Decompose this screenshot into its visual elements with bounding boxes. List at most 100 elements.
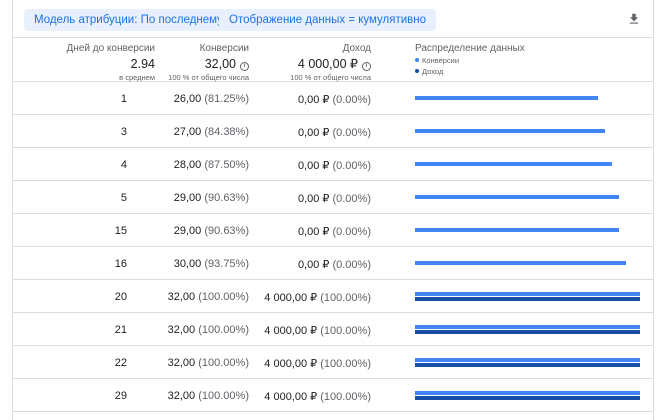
- days-avg-value: 2.94: [130, 57, 155, 71]
- legend-dot-revenue: [415, 69, 419, 73]
- info-icon[interactable]: i: [362, 62, 371, 71]
- conversions-cell: 28,00 (87.50%): [174, 159, 249, 171]
- days-label: Дней до конверсии: [66, 43, 155, 54]
- revenue-label: Доход: [342, 43, 371, 54]
- conversions-percent: (100.00%): [198, 390, 249, 402]
- revenue-total-sub: 100 % от общего числа: [290, 73, 371, 82]
- revenue-cell: 4 000,00 ₽ (100.00%): [264, 324, 371, 337]
- days-column-header[interactable]: Дней до конверсии 2.94 в среднем: [67, 43, 155, 82]
- table-row[interactable]: 15 29,00 (90.63%) 0,00 ₽ (0.00%): [13, 214, 653, 247]
- conversions-bar: [415, 292, 640, 296]
- table-header: Дней до конверсии 2.94 в среднем Конверс…: [13, 38, 653, 82]
- conversions-cell: 27,00 (84.38%): [174, 126, 249, 138]
- conversions-label: Конверсии: [199, 43, 249, 54]
- revenue-percent: (0.00%): [332, 226, 371, 238]
- conversions-value: 26,00: [173, 93, 202, 105]
- conversions-value: 32,00: [167, 291, 196, 303]
- download-icon[interactable]: [627, 12, 641, 26]
- revenue-percent: (0.00%): [332, 94, 371, 106]
- days-cell: 20: [114, 291, 127, 303]
- table-row[interactable]: 20 32,00 (100.00%) 4 000,00 ₽ (100.00%): [13, 280, 653, 313]
- conversions-value: 27,00: [173, 126, 202, 138]
- table-row[interactable]: 5 29,00 (90.63%) 0,00 ₽ (0.00%): [13, 181, 653, 214]
- revenue-cell: 4 000,00 ₽ (100.00%): [264, 291, 371, 304]
- revenue-percent: (0.00%): [332, 127, 371, 139]
- revenue-cell: 0,00 ₽ (0.00%): [298, 93, 371, 106]
- revenue-column-header[interactable]: Доход 4 000,00 ₽ i 100 % от общего числа: [290, 43, 371, 82]
- revenue-percent: (0.00%): [332, 193, 371, 205]
- revenue-bar: [415, 363, 640, 367]
- conversions-cell: 29,00 (90.63%): [174, 225, 249, 237]
- conversions-value: 32,00: [167, 324, 196, 336]
- data-display-chip[interactable]: Отображение данных = кумулятивно: [219, 9, 437, 31]
- distribution-bars: [415, 226, 640, 236]
- revenue-value: 0,00 ₽: [297, 127, 330, 139]
- table-row[interactable]: 3 27,00 (84.38%) 0,00 ₽ (0.00%): [13, 115, 653, 148]
- conversions-total-value: 32,00: [204, 57, 236, 71]
- days-cell: 5: [120, 192, 127, 204]
- days-avg-sub: в среднем: [119, 73, 155, 82]
- report-card: Модель атрибуции: По последнему клику От…: [12, 0, 654, 420]
- revenue-value: 4 000,00 ₽: [264, 358, 318, 370]
- conversions-value: 28,00: [173, 159, 202, 171]
- conversions-percent: (90.63%): [204, 192, 249, 204]
- revenue-percent: (100.00%): [320, 325, 371, 337]
- conversions-cell: 26,00 (81.25%): [174, 93, 249, 105]
- revenue-percent: (0.00%): [332, 259, 371, 271]
- legend-label-conversions: Конверсии: [422, 56, 460, 65]
- legend-item-revenue: Доход: [415, 66, 525, 77]
- revenue-cell: 0,00 ₽ (0.00%): [298, 192, 371, 205]
- conversions-percent: (100.00%): [198, 291, 249, 303]
- distribution-bars: [415, 358, 640, 368]
- distribution-bars: [415, 325, 640, 335]
- distribution-bars: [415, 94, 640, 104]
- conversions-cell: 32,00 (100.00%): [168, 357, 249, 369]
- days-cell: 16: [114, 258, 127, 270]
- conversions-cell: 29,00 (90.63%): [174, 192, 249, 204]
- revenue-cell: 0,00 ₽ (0.00%): [298, 159, 371, 172]
- days-cell: 1: [120, 93, 127, 105]
- revenue-percent: (100.00%): [320, 391, 371, 403]
- conversions-bar: [415, 391, 640, 395]
- conversions-value: 32,00: [167, 357, 196, 369]
- legend-label-revenue: Доход: [422, 67, 444, 76]
- conversions-bar: [415, 325, 640, 329]
- revenue-value: 4 000,00 ₽: [264, 325, 318, 337]
- distribution-bars: [415, 127, 640, 137]
- conversions-percent: (100.00%): [198, 324, 249, 336]
- conversions-column-header[interactable]: Конверсии 32,00 i 100 % от общего числа: [168, 43, 249, 82]
- days-cell: 29: [114, 390, 127, 402]
- conversions-total-sub: 100 % от общего числа: [168, 73, 249, 82]
- legend-dot-conversions: [415, 58, 419, 62]
- revenue-value: 4 000,00 ₽: [264, 391, 318, 403]
- revenue-value: 0,00 ₽: [297, 193, 330, 205]
- revenue-percent: (0.00%): [332, 160, 371, 172]
- days-cell: 4: [120, 159, 127, 171]
- table-row[interactable]: 1 26,00 (81.25%) 0,00 ₽ (0.00%): [13, 82, 653, 115]
- conversions-bar: [415, 162, 612, 166]
- days-cell: 22: [114, 357, 127, 369]
- conversions-percent: (84.38%): [204, 126, 249, 138]
- table-row[interactable]: 29 32,00 (100.00%) 4 000,00 ₽ (100.00%): [13, 379, 653, 412]
- distribution-bars: [415, 259, 640, 269]
- conversions-bar: [415, 261, 626, 265]
- days-cell: 21: [114, 324, 127, 336]
- conversions-bar: [415, 195, 619, 199]
- revenue-percent: (100.00%): [320, 292, 371, 304]
- conversions-percent: (81.25%): [204, 93, 249, 105]
- info-icon[interactable]: i: [240, 62, 249, 71]
- table-row[interactable]: 22 32,00 (100.00%) 4 000,00 ₽ (100.00%): [13, 346, 653, 379]
- revenue-value: 0,00 ₽: [297, 160, 330, 172]
- table-row[interactable]: 4 28,00 (87.50%) 0,00 ₽ (0.00%): [13, 148, 653, 181]
- revenue-value: 0,00 ₽: [297, 94, 330, 106]
- conversions-bar: [415, 228, 619, 232]
- distribution-bars: [415, 160, 640, 170]
- conversions-value: 30,00: [173, 258, 202, 270]
- revenue-value: 0,00 ₽: [297, 226, 330, 238]
- conversions-value: 29,00: [173, 192, 202, 204]
- revenue-percent: (100.00%): [320, 358, 371, 370]
- distribution-bars: [415, 193, 640, 203]
- table-row[interactable]: 21 32,00 (100.00%) 4 000,00 ₽ (100.00%): [13, 313, 653, 346]
- table-row[interactable]: 16 30,00 (93.75%) 0,00 ₽ (0.00%): [13, 247, 653, 280]
- conversions-cell: 32,00 (100.00%): [168, 390, 249, 402]
